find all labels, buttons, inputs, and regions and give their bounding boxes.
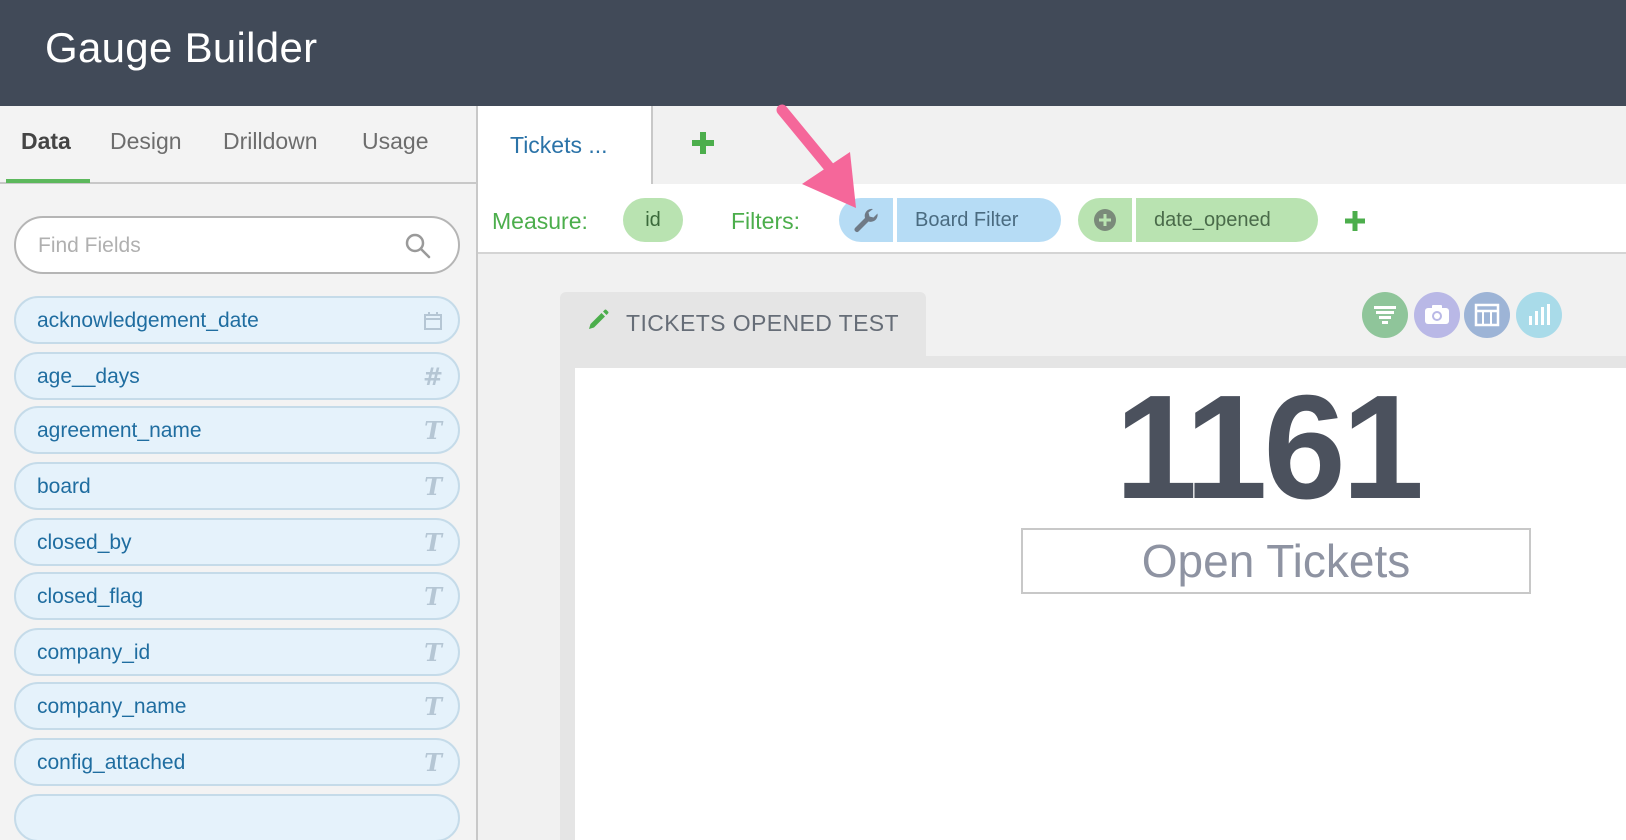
search-icon[interactable] xyxy=(404,232,432,260)
app-header: Gauge Builder xyxy=(0,0,1626,106)
field-label: agreement_name xyxy=(37,419,202,442)
tab-usage[interactable]: Usage xyxy=(362,128,428,155)
tab-data[interactable]: Data xyxy=(21,128,71,155)
chart-view-button[interactable] xyxy=(1516,292,1562,338)
field-closed-by[interactable]: closed_by T xyxy=(14,518,460,566)
pencil-icon[interactable] xyxy=(586,308,610,332)
config-bar: Measure: id Filters: Board Filter date_o… xyxy=(478,184,1626,254)
hash-icon: # xyxy=(422,362,444,391)
field-agreement-name[interactable]: agreement_name T xyxy=(14,406,460,454)
field-company-id[interactable]: company_id T xyxy=(14,628,460,676)
widget-body: 1161 Open Tickets xyxy=(575,368,1626,840)
measure-pill[interactable]: id xyxy=(623,198,683,242)
camera-icon xyxy=(1425,305,1449,324)
tab-tickets[interactable]: Tickets ... xyxy=(478,106,653,184)
date-opened-filter-pill[interactable]: date_opened xyxy=(1078,198,1318,242)
tab-design[interactable]: Design xyxy=(110,128,182,155)
measure-label: Measure: xyxy=(492,208,588,234)
tab-drilldown[interactable]: Drilldown xyxy=(223,128,318,155)
filter-button[interactable] xyxy=(1362,292,1408,338)
active-tab-indicator xyxy=(6,179,90,183)
field-label: config_attached xyxy=(37,751,186,774)
search-field[interactable] xyxy=(14,216,460,274)
field-label: age__days xyxy=(37,365,140,388)
gauge-label: Open Tickets xyxy=(1141,535,1411,587)
search-input[interactable] xyxy=(38,232,378,260)
board-filter-label: Board Filter xyxy=(897,198,1061,242)
sidebar-tabs: Data Design Drilldown Usage xyxy=(0,106,476,184)
field-age-days[interactable]: age__days # xyxy=(14,352,460,400)
field-label: closed_flag xyxy=(37,585,144,608)
field-acknowledgement-date[interactable]: acknowledgement_date xyxy=(14,296,460,344)
field-label: company_id xyxy=(37,641,151,664)
date-opened-label: date_opened xyxy=(1136,198,1318,242)
field-label: board xyxy=(37,475,91,498)
field-config-attached[interactable]: config_attached T xyxy=(14,738,460,786)
funnel-icon xyxy=(1374,306,1396,324)
dataset-tabs: Tickets ... xyxy=(478,106,1626,184)
text-type-icon: T xyxy=(424,692,442,721)
main-panel: Tickets ... Measure: id Filters: Board F… xyxy=(478,106,1626,840)
widget-title[interactable]: TICKETS OPENED TEST xyxy=(626,310,899,337)
calendar-icon xyxy=(424,312,442,330)
text-type-icon: T xyxy=(424,748,442,777)
add-tab-icon[interactable] xyxy=(688,128,718,158)
table-view-button[interactable] xyxy=(1464,292,1510,338)
field-label: closed_by xyxy=(37,531,132,554)
field-label: acknowledgement_date xyxy=(37,309,259,332)
plus-circle-icon xyxy=(1094,209,1116,231)
sidebar: Data Design Drilldown Usage acknowledgem… xyxy=(0,106,478,840)
annotation-arrow-icon xyxy=(776,104,856,208)
text-type-icon: T xyxy=(424,582,442,611)
date-filter-button[interactable] xyxy=(1078,198,1132,242)
table-icon xyxy=(1474,303,1500,327)
field-partial[interactable] xyxy=(14,794,460,840)
add-filter-icon[interactable] xyxy=(1342,208,1368,234)
text-type-icon: T xyxy=(424,472,442,501)
text-type-icon: T xyxy=(424,638,442,667)
gauge-value: 1161 xyxy=(1115,365,1424,530)
app-title: Gauge Builder xyxy=(45,24,318,71)
widget-header: TICKETS OPENED TEST xyxy=(560,292,926,356)
snapshot-button[interactable] xyxy=(1414,292,1460,338)
field-closed-flag[interactable]: closed_flag T xyxy=(14,572,460,620)
bar-chart-icon xyxy=(1529,304,1550,325)
tab-label: Tickets ... xyxy=(510,132,608,158)
gauge-label-box[interactable]: Open Tickets xyxy=(1021,528,1531,594)
field-label: company_name xyxy=(37,695,187,718)
field-board[interactable]: board T xyxy=(14,462,460,510)
field-company-name[interactable]: company_name T xyxy=(14,682,460,730)
text-type-icon: T xyxy=(424,528,442,557)
text-type-icon: T xyxy=(424,416,442,445)
